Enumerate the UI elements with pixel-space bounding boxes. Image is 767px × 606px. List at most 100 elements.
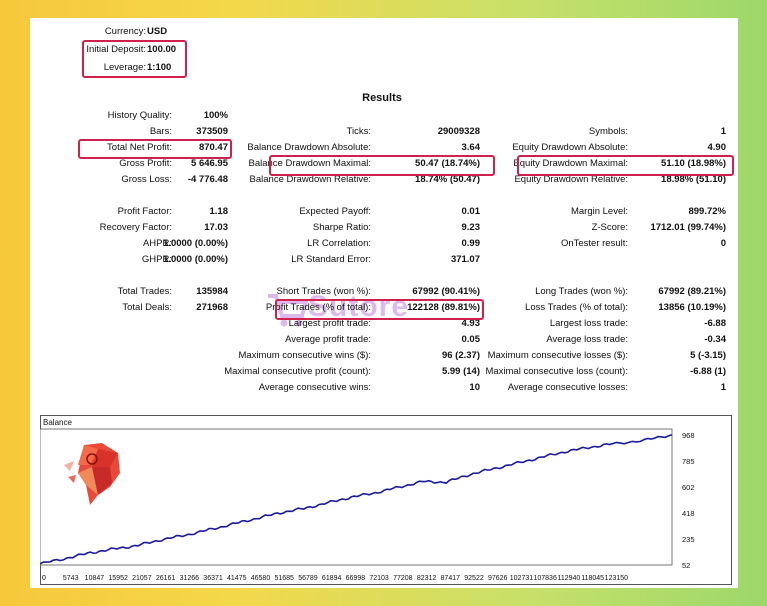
- profit-trades-highlight: [275, 299, 484, 320]
- stat-value: 96 (2.37): [441, 350, 480, 361]
- y-tick-label: 785: [682, 457, 695, 466]
- x-tick-label: 41475: [227, 575, 247, 582]
- stat-value: -6.88 (1): [690, 366, 726, 377]
- stat-value: 9.23: [461, 222, 481, 233]
- stat-label: Profit Factor:: [117, 206, 172, 217]
- stat-value: 0.99: [461, 238, 481, 249]
- deposit-leverage-highlight: [82, 40, 187, 78]
- x-tick-label: 21057: [132, 575, 152, 582]
- x-tick-label: 10847: [85, 575, 105, 582]
- stat-label: Symbols:: [588, 126, 628, 137]
- x-tick-label: 56789: [298, 575, 318, 582]
- stat-label: Average loss trade:: [546, 334, 628, 345]
- stat-label: Gross Profit:: [119, 158, 172, 169]
- x-tick-label: 87417: [441, 575, 461, 582]
- stat-value: 13856 (10.19%): [658, 302, 726, 313]
- x-tick-label: 107836: [533, 575, 556, 582]
- y-tick-label: 418: [682, 509, 695, 518]
- x-tick-label: 66998: [346, 575, 366, 582]
- balance-chart: Balance 968 785 602 418 235 52 0 5743 10847 15952 2…: [39, 415, 732, 585]
- stat-label: Average profit trade:: [285, 334, 371, 345]
- stat-value: 67992 (89.21%): [658, 286, 726, 297]
- y-tick-label: 235: [682, 535, 695, 544]
- stat-label: Short Trades (won %):: [276, 286, 371, 297]
- stat-label: Average consecutive losses:: [507, 382, 628, 393]
- y-tick-label: 52: [682, 561, 690, 570]
- x-tick-label: 36371: [203, 575, 223, 582]
- x-tick-label: 97626: [488, 575, 508, 582]
- stat-value: 371.07: [450, 254, 480, 265]
- x-tick-label: 0: [42, 575, 46, 582]
- stat-label: Z-Score:: [591, 222, 628, 233]
- stat-label: Total Trades:: [117, 286, 172, 297]
- stat-value: 4.90: [707, 142, 727, 153]
- x-tick-label: 118045: [581, 575, 604, 582]
- report-panel: Currency: USD Initial Deposit: 100.00 Le…: [30, 18, 738, 588]
- x-tick-label: 26161: [156, 575, 176, 582]
- x-tick-label: 46580: [251, 575, 271, 582]
- stat-label: Equity Drawdown Absolute:: [512, 142, 628, 153]
- balance-chart-svg: Balance 968 785 602 418 235 52 0 5743 10847 15952 2…: [39, 415, 732, 585]
- stat-value: 3.64: [461, 142, 481, 153]
- stat-value: 1: [720, 126, 726, 137]
- stat-value: -6.88: [704, 318, 726, 329]
- stat-label: Margin Level:: [570, 206, 628, 217]
- stat-label: Maximum consecutive wins ($):: [238, 350, 371, 361]
- stat-value: 899.72%: [688, 206, 726, 217]
- x-tick-label: 82312: [417, 575, 437, 582]
- stat-value: 373509: [196, 126, 228, 137]
- stat-label: Balance Drawdown Absolute:: [247, 142, 371, 153]
- stat-label: Expected Payoff:: [299, 206, 371, 217]
- x-tick-label: 51685: [274, 575, 294, 582]
- stat-value: 1.18: [209, 206, 229, 217]
- stat-label: Maximum consecutive losses ($):: [487, 350, 628, 361]
- stat-value: 0.05: [461, 334, 481, 345]
- x-tick-label: 72103: [369, 575, 389, 582]
- stat-label: Ticks:: [346, 126, 371, 137]
- stat-label: LR Correlation:: [307, 238, 371, 249]
- stat-value: 100%: [203, 110, 228, 121]
- stat-value: 271968: [196, 302, 228, 313]
- stat-value: 1.0000 (0.00%): [163, 254, 228, 265]
- y-tick-label: 602: [682, 483, 695, 492]
- stat-value: 1: [720, 382, 726, 393]
- stat-label: LR Standard Error:: [291, 254, 371, 265]
- stat-value: 5.99 (14): [441, 366, 480, 377]
- stat-label: Total Deals:: [122, 302, 172, 313]
- stat-label: Recovery Factor:: [99, 222, 172, 233]
- stat-value: 67992 (90.41%): [412, 286, 480, 297]
- stat-value: 0: [720, 238, 726, 249]
- stat-label: Average consecutive wins:: [258, 382, 371, 393]
- stat-value: 135984: [196, 286, 228, 297]
- stat-label: Maximal consecutive loss (count):: [485, 366, 628, 377]
- x-tick-label: 5743: [63, 575, 79, 582]
- equity-drawdown-highlight: [517, 155, 734, 176]
- net-profit-highlight: [78, 139, 232, 159]
- stat-label: Maximal consecutive profit (count):: [224, 366, 371, 377]
- x-tick-label: 102731: [510, 575, 533, 582]
- stat-label: Loss Trades (% of total):: [525, 302, 628, 313]
- stat-value: -0.34: [704, 334, 726, 345]
- stat-label: OnTester result:: [560, 238, 628, 249]
- stat-value: 29009328: [437, 126, 480, 137]
- stat-value: 10: [469, 382, 480, 393]
- stat-value: 5 (-3.15): [690, 350, 726, 361]
- x-tick-label: 61894: [322, 575, 342, 582]
- x-tick-label: 112940: [557, 575, 580, 582]
- y-tick-label: 968: [682, 431, 695, 440]
- stat-value: 1.0000 (0.00%): [163, 238, 228, 249]
- results-title: Results: [362, 92, 402, 104]
- currency-label: Currency:: [104, 26, 146, 37]
- stat-label: Sharpe Ratio:: [312, 222, 371, 233]
- stat-label: Largest loss trade:: [549, 318, 628, 329]
- x-tick-label: 31266: [180, 575, 200, 582]
- stat-label: Long Trades (won %):: [535, 286, 628, 297]
- stat-value: 5 646.95: [191, 158, 228, 169]
- x-tick-label: 77208: [393, 575, 413, 582]
- stat-label: Gross Loss:: [121, 174, 172, 185]
- stat-label: History Quality:: [107, 110, 172, 121]
- stat-value: 1712.01 (99.74%): [650, 222, 726, 233]
- stat-value: 0.01: [461, 206, 481, 217]
- chart-title: Balance: [43, 418, 72, 427]
- x-tick-label: 15952: [108, 575, 128, 582]
